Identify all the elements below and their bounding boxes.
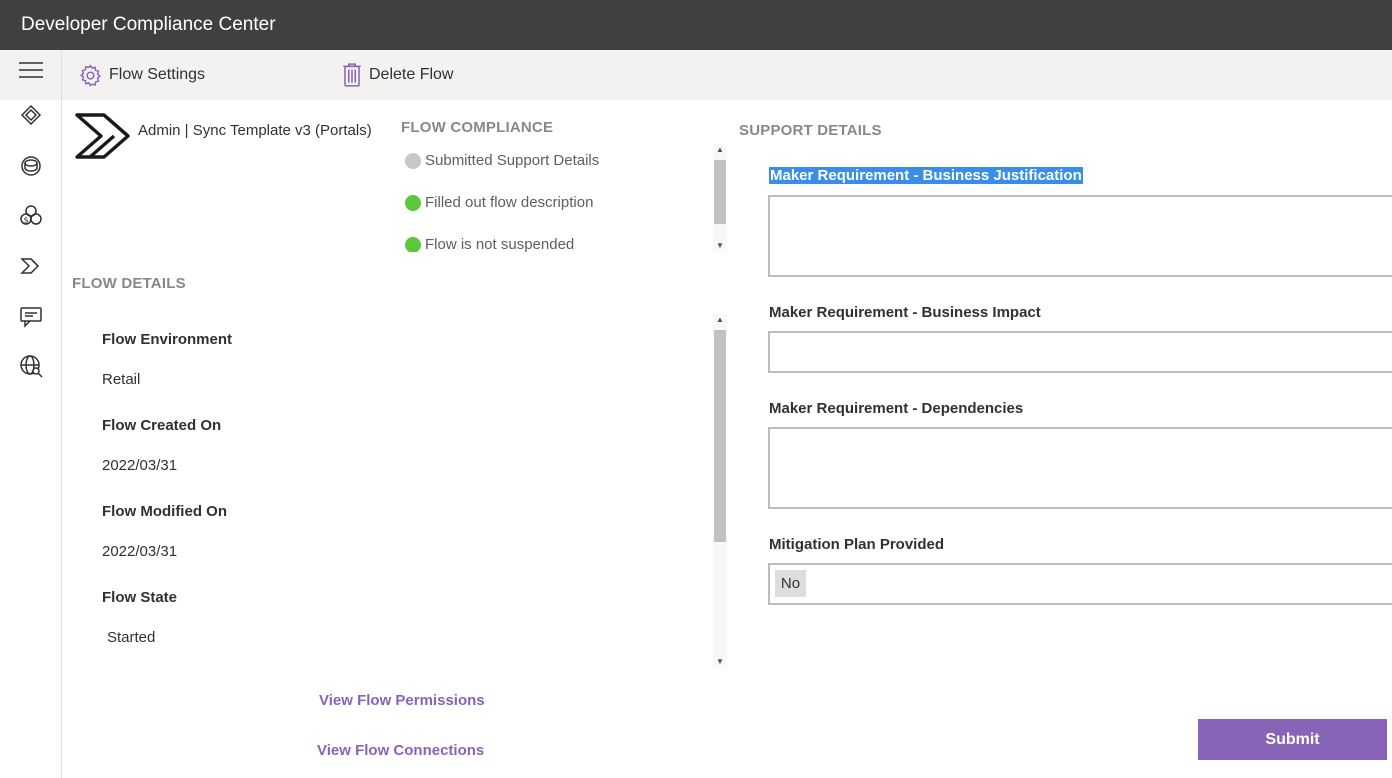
dependencies-field[interactable] [768, 427, 1392, 509]
flow-details-title: FLOW DETAILS [72, 275, 186, 292]
status-dot [405, 236, 421, 252]
modified-on-value: 2022/03/31 [102, 543, 178, 560]
compliance-item-label: Filled out flow description [425, 194, 594, 211]
delete-flow-label: Delete Flow [369, 66, 454, 83]
flow-state-value: Started [107, 629, 156, 646]
flow-compliance-title: FLOW COMPLIANCE [401, 119, 554, 136]
title-bar: Developer Compliance Center [0, 0, 1392, 50]
power-automate-logo [74, 110, 132, 167]
chat-icon[interactable] [19, 304, 43, 328]
created-on-label: Flow Created On [102, 417, 222, 434]
compliance-item-label: Flow is not suspended [425, 236, 575, 252]
view-flow-connections-link[interactable]: View Flow Connections [317, 742, 484, 759]
apps-icon[interactable] [19, 104, 43, 128]
globe-search-icon[interactable] [19, 354, 43, 378]
dependencies-label: Maker Requirement - Dependencies [769, 400, 1024, 417]
database-icon[interactable] [19, 154, 43, 178]
hamburger-icon[interactable] [19, 58, 43, 82]
dollar-cubes-icon[interactable]: $ [19, 204, 43, 228]
app-title: Developer Compliance Center [21, 14, 276, 35]
mitigation-plan-value: No [775, 570, 806, 597]
view-flow-permissions-link[interactable]: View Flow Permissions [319, 692, 485, 709]
modified-on-label: Flow Modified On [102, 503, 227, 520]
created-on-value: 2022/03/31 [102, 457, 178, 474]
flow-settings-button[interactable]: Flow Settings [78, 60, 205, 90]
scroll-thumb[interactable] [714, 160, 726, 224]
environment-label: Flow Environment [102, 331, 233, 348]
gear-icon [79, 63, 101, 86]
compliance-list: Submitted Support Details Filled out flo… [400, 144, 728, 252]
svg-text:$: $ [24, 216, 29, 225]
mitigation-plan-dropdown[interactable]: No [768, 563, 1392, 605]
environment-value: Retail [102, 371, 141, 388]
business-justification-label: Maker Requirement - Business Justificati… [769, 167, 1083, 184]
mitigation-plan-label: Mitigation Plan Provided [769, 536, 945, 553]
compliance-item: Submitted Support Details [405, 152, 599, 169]
support-details-title: SUPPORT DETAILS [739, 122, 882, 139]
details-scrollbar[interactable]: ▲ ▼ [713, 314, 727, 668]
submit-button[interactable]: Submit [1198, 719, 1387, 760]
business-impact-field[interactable] [768, 331, 1392, 373]
power-automate-icon[interactable] [19, 254, 43, 278]
trash-icon [343, 63, 361, 87]
compliance-item: Filled out flow description [405, 194, 593, 211]
flow-name: Admin | Sync Template v3 (Portals) [138, 122, 372, 139]
status-dot [405, 152, 421, 169]
left-nav: $ [0, 50, 62, 778]
scroll-up-arrow[interactable]: ▲ [713, 314, 727, 326]
compliance-item: Flow is not suspended [405, 236, 574, 252]
business-justification-field[interactable] [768, 195, 1392, 277]
delete-flow-button[interactable]: Delete Flow [341, 60, 453, 90]
business-impact-label: Maker Requirement - Business Impact [769, 304, 1041, 321]
flow-state-label: Flow State [102, 589, 178, 606]
status-dot [405, 194, 421, 211]
compliance-item-label: Submitted Support Details [425, 152, 600, 169]
scroll-up-arrow[interactable]: ▲ [713, 144, 727, 156]
scroll-down-arrow[interactable]: ▼ [713, 656, 727, 668]
scroll-down-arrow[interactable]: ▼ [713, 240, 727, 252]
command-bar: Flow Settings Delete Flow [62, 50, 1392, 100]
compliance-scrollbar[interactable]: ▲ ▼ [713, 144, 727, 252]
flow-settings-label: Flow Settings [109, 66, 206, 83]
scroll-thumb[interactable] [714, 330, 726, 542]
